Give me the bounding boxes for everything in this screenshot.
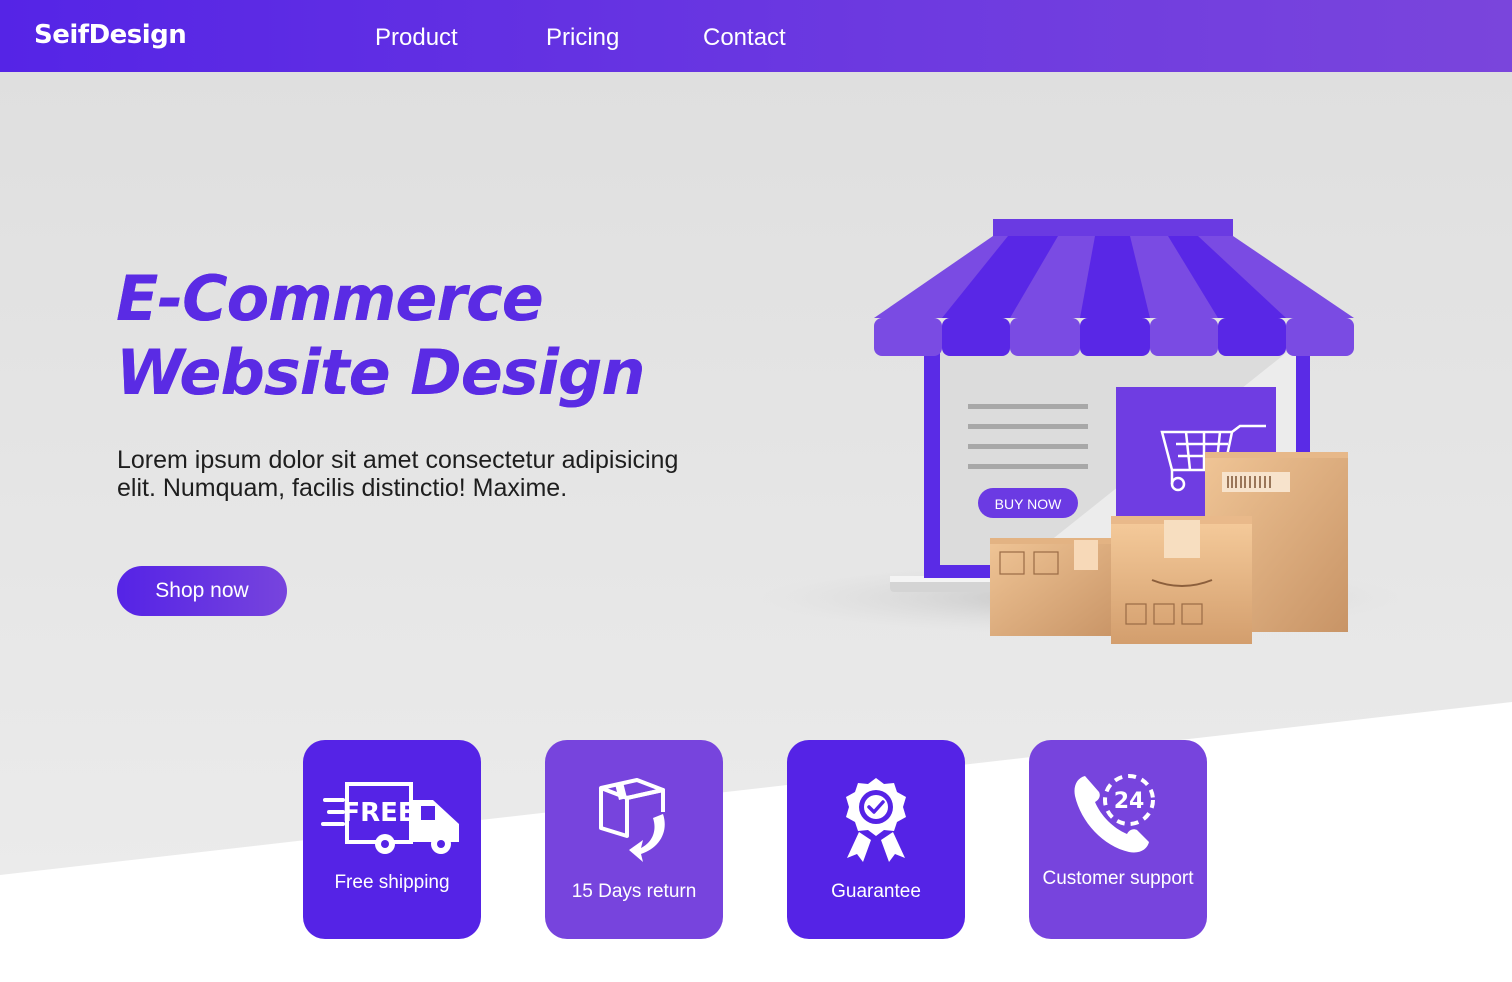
- feature-card-15-days-return[interactable]: 15 Days return: [545, 740, 723, 939]
- hero-title: E-Commerce Website Design: [116, 262, 736, 410]
- buy-now-label: BUY NOW: [995, 496, 1062, 512]
- feature-label-guarantee: Guarantee: [831, 881, 921, 902]
- shop-now-button[interactable]: Shop now: [117, 566, 287, 616]
- feature-label-free-shipping: Free shipping: [334, 872, 450, 893]
- hero-description: Lorem ipsum dolor sit amet consectetur a…: [117, 446, 679, 502]
- free-badge-text: FREE: [342, 798, 415, 828]
- guarantee-badge-icon: [846, 778, 906, 862]
- hero-title-line-2: Website Design: [116, 336, 736, 410]
- navbar: SeifDesign Product Pricing Contact: [0, 0, 1512, 72]
- feature-card-customer-support[interactable]: 24 Customer support: [1029, 740, 1207, 939]
- storefront-illustration: BUY NOW: [760, 219, 1400, 644]
- box-return-icon: [599, 778, 665, 862]
- nav-link-pricing[interactable]: Pricing: [546, 24, 619, 52]
- feature-card-free-shipping[interactable]: FREE Free shipping: [303, 740, 481, 939]
- feature-label-15-days-return: 15 Days return: [571, 881, 697, 902]
- hero-title-line-1: E-Commerce: [116, 262, 736, 336]
- support-24-text: 24: [1114, 789, 1145, 814]
- phone-24-support-icon: 24: [1074, 774, 1155, 853]
- feature-label-customer-support: Customer support: [1042, 868, 1194, 889]
- nav-link-product[interactable]: Product: [375, 24, 458, 52]
- brand-logo[interactable]: SeifDesign: [34, 20, 187, 50]
- feature-card-guarantee[interactable]: Guarantee: [787, 740, 965, 939]
- free-shipping-truck-icon: FREE: [321, 782, 459, 854]
- nav-link-contact[interactable]: Contact: [703, 24, 786, 52]
